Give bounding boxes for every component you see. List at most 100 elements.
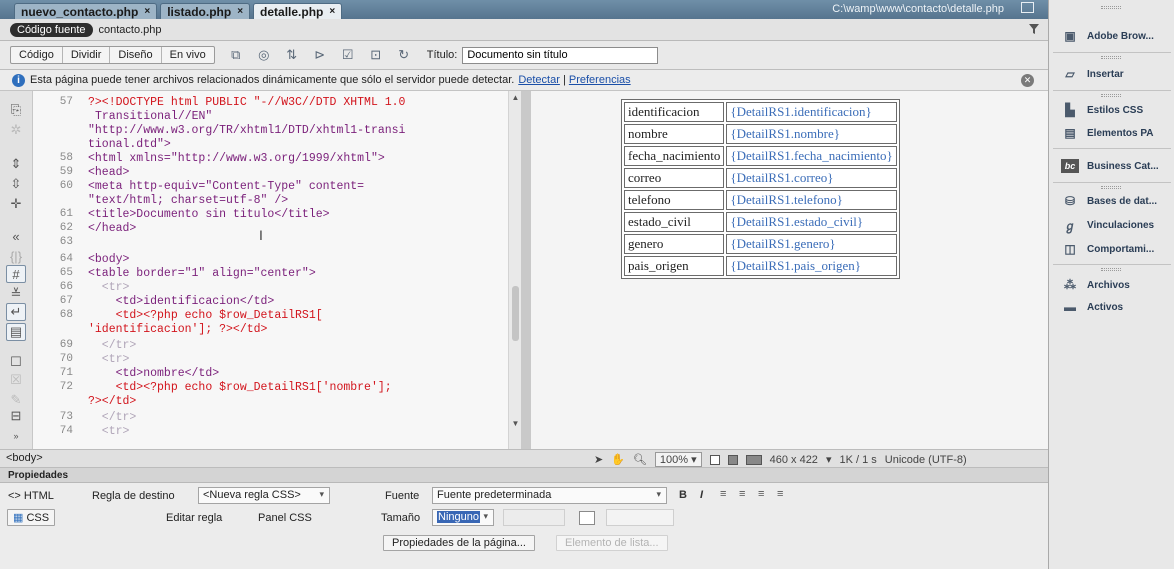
- preferences-link[interactable]: Preferencias: [569, 74, 631, 86]
- panel-grip[interactable]: [1101, 268, 1121, 271]
- field-cell[interactable]: nombre: [624, 124, 725, 144]
- value-cell[interactable]: {DetailRS1.estado_civil}: [726, 212, 897, 232]
- align-center-icon[interactable]: ≡: [739, 488, 745, 500]
- color-hex-field[interactable]: [606, 509, 674, 526]
- target-rule-select[interactable]: <Nueva regla CSS> ▾: [198, 487, 330, 504]
- tab-listado[interactable]: listado.php ×: [160, 3, 251, 19]
- window-size[interactable]: 460 x 422: [770, 454, 818, 466]
- panel-assets[interactable]: ▬ Activos: [1061, 296, 1174, 318]
- zoom-tool-icon[interactable]: 🔍︎: [633, 453, 647, 466]
- browser-compat-icon[interactable]: ⊡: [365, 46, 387, 64]
- design-view-button[interactable]: Diseño: [110, 47, 162, 63]
- apply-comment-icon[interactable]: ☐: [6, 353, 26, 371]
- panel-files[interactable]: ⁂ Archivos: [1061, 274, 1174, 296]
- file-management-icon[interactable]: ⇅: [281, 46, 303, 64]
- align-left-icon[interactable]: ≡: [720, 488, 726, 500]
- field-cell[interactable]: fecha_nacimiento: [624, 146, 725, 166]
- css-mode-button[interactable]: ▦ CSS: [7, 509, 56, 526]
- field-cell[interactable]: genero: [624, 234, 725, 254]
- panel-grip[interactable]: [1101, 56, 1121, 59]
- mobile-size-icon[interactable]: [709, 454, 720, 465]
- visual-aids-icon[interactable]: ⊳: [309, 46, 331, 64]
- close-icon[interactable]: ×: [237, 6, 243, 17]
- code-scrollbar[interactable]: ▲ ▼: [508, 91, 521, 449]
- size-select[interactable]: Ninguno ▾: [432, 509, 494, 526]
- italic-icon[interactable]: I: [700, 489, 703, 501]
- recent-snippets-icon[interactable]: ⊟: [6, 407, 26, 425]
- value-cell[interactable]: {DetailRS1.fecha_nacimiento}: [726, 146, 897, 166]
- value-cell[interactable]: {DetailRS1.genero}: [726, 234, 897, 254]
- field-cell[interactable]: correo: [624, 168, 725, 188]
- panel-ap-elements[interactable]: ▤ Elementos PA: [1061, 122, 1174, 144]
- more-tools-chevron-icon[interactable]: »: [6, 427, 26, 445]
- field-cell[interactable]: telefono: [624, 190, 725, 210]
- split-view-button[interactable]: Dividir: [63, 47, 111, 63]
- collapse-full-tag-icon[interactable]: ⇕: [6, 155, 26, 173]
- tab-nuevo-contacto[interactable]: nuevo_contacto.php ×: [14, 3, 158, 19]
- preview-browser-icon[interactable]: ◎: [253, 46, 275, 64]
- code-view-button[interactable]: Código: [11, 47, 63, 63]
- panel-business-catalyst[interactable]: bc Business Cat...: [1061, 155, 1174, 177]
- panel-behaviors[interactable]: ◫ Comportami...: [1061, 238, 1174, 260]
- document-title-input[interactable]: [462, 46, 659, 64]
- filter-icon[interactable]: [1028, 23, 1040, 35]
- panel-bindings[interactable]: ℊ Vinculaciones: [1061, 214, 1174, 236]
- color-picker-icon[interactable]: [579, 511, 595, 525]
- panel-adobe-browserlab[interactable]: ▣ Adobe Brow...: [1061, 25, 1174, 47]
- line-numbers-icon[interactable]: #: [6, 265, 26, 283]
- remove-comment-icon[interactable]: ☒: [6, 371, 26, 389]
- close-icon[interactable]: ✕: [1021, 74, 1034, 87]
- word-wrap-icon[interactable]: ↵: [6, 303, 26, 321]
- value-cell[interactable]: {DetailRS1.nombre}: [726, 124, 897, 144]
- select-parent-tag-icon[interactable]: «: [6, 227, 26, 245]
- html-mode-button[interactable]: <> HTML: [8, 490, 54, 502]
- align-justify-icon[interactable]: ≡: [777, 488, 783, 500]
- bold-icon[interactable]: B: [679, 489, 687, 501]
- properties-header[interactable]: Propiedades: [0, 468, 1048, 483]
- detail-table[interactable]: identificacion {DetailRS1.identificacion}…: [621, 99, 900, 279]
- desktop-size-icon[interactable]: [745, 454, 762, 465]
- tab-detalle[interactable]: detalle.php ×: [253, 3, 343, 19]
- multiscreen-icon[interactable]: ⧉: [225, 46, 247, 64]
- align-right-icon[interactable]: ≡: [758, 488, 764, 500]
- value-cell[interactable]: {DetailRS1.correo}: [726, 168, 897, 188]
- detect-link[interactable]: Detectar: [518, 74, 560, 86]
- hand-tool-icon[interactable]: ✋: [611, 453, 625, 466]
- syntax-coloring-icon[interactable]: ▤: [6, 323, 26, 341]
- value-cell[interactable]: {DetailRS1.telefono}: [726, 190, 897, 210]
- close-icon[interactable]: ×: [329, 6, 335, 17]
- source-code-button[interactable]: Código fuente: [10, 22, 93, 37]
- tablet-size-icon[interactable]: [727, 454, 738, 465]
- expand-all-icon[interactable]: ✛: [6, 195, 26, 213]
- css-panel-button[interactable]: Panel CSS: [258, 512, 312, 524]
- value-cell[interactable]: {DetailRS1.identificacion}: [726, 102, 897, 122]
- validate-icon[interactable]: ☑: [337, 46, 359, 64]
- zoom-select[interactable]: 100% ▾: [654, 452, 702, 467]
- font-select[interactable]: Fuente predeterminada ▾: [432, 487, 667, 504]
- scroll-down-icon[interactable]: ▼: [511, 419, 520, 428]
- panel-css-styles[interactable]: ▙ Estilos CSS: [1061, 99, 1174, 121]
- panel-grip[interactable]: [1101, 94, 1121, 97]
- panel-databases[interactable]: ⛁ Bases de dat...: [1061, 190, 1174, 212]
- balance-braces-icon[interactable]: {|}: [6, 247, 26, 265]
- design-view[interactable]: identificacion {DetailRS1.identificacion}…: [531, 91, 1048, 449]
- panel-insert[interactable]: ▱ Insertar: [1061, 63, 1174, 85]
- field-cell[interactable]: estado_civil: [624, 212, 725, 232]
- edit-rule-button[interactable]: Editar regla: [166, 512, 222, 524]
- close-icon[interactable]: ×: [144, 6, 150, 17]
- field-cell[interactable]: identificacion: [624, 102, 725, 122]
- page-properties-button[interactable]: Propiedades de la página...: [383, 535, 535, 551]
- scroll-thumb[interactable]: [512, 286, 519, 341]
- collapse-selection-icon[interactable]: ⇳: [6, 175, 26, 193]
- split-divider[interactable]: [521, 91, 531, 449]
- panel-grip[interactable]: [1101, 186, 1121, 189]
- pointer-tool-icon[interactable]: ➤: [594, 453, 603, 466]
- highlight-invalid-code-icon[interactable]: ≚: [6, 285, 26, 303]
- live-view-button[interactable]: En vivo: [162, 47, 214, 63]
- open-documents-icon[interactable]: ⎘: [6, 101, 26, 119]
- panel-grip[interactable]: [1101, 6, 1121, 9]
- window-size-chevron-icon[interactable]: ▾: [826, 453, 832, 466]
- value-cell[interactable]: {DetailRS1.pais_origen}: [726, 256, 897, 276]
- show-code-navigator-icon[interactable]: ✲: [6, 121, 26, 139]
- tag-selector[interactable]: <body>: [6, 452, 43, 464]
